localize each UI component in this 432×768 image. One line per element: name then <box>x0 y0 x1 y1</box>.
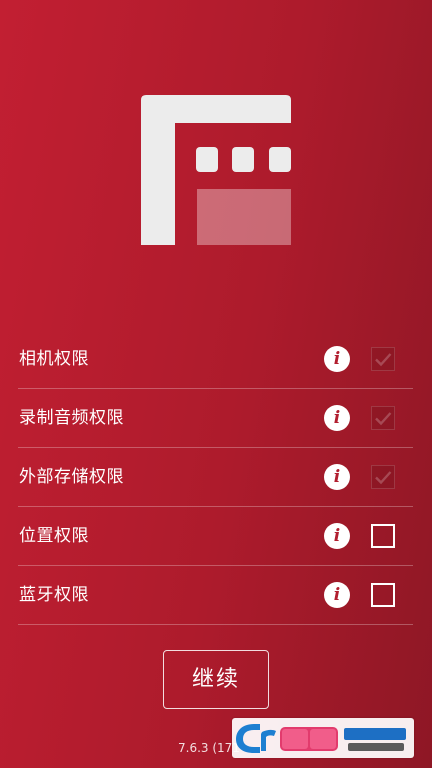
info-icon[interactable]: i <box>324 346 350 372</box>
permission-checkbox-bluetooth[interactable] <box>371 583 395 607</box>
permission-checkbox-audio[interactable] <box>371 406 395 430</box>
permission-row-camera: 相机权限 i <box>18 330 413 389</box>
checkmark-icon <box>375 471 392 485</box>
permission-label: 外部存储权限 <box>19 467 124 487</box>
info-icon[interactable]: i <box>324 582 350 608</box>
permission-checkbox-location[interactable] <box>371 524 395 548</box>
app-logo <box>141 95 291 245</box>
permission-label: 位置权限 <box>19 526 89 546</box>
info-icon[interactable]: i <box>324 523 350 549</box>
permission-label: 相机权限 <box>19 349 89 369</box>
permission-row-bluetooth: 蓝牙权限 i <box>18 566 413 625</box>
permission-label: 录制音频权限 <box>19 408 124 428</box>
permission-checkbox-camera[interactable] <box>371 347 395 371</box>
permission-label: 蓝牙权限 <box>19 585 89 605</box>
continue-button[interactable]: 继续 <box>163 650 269 709</box>
clapperboard-logo-icon <box>141 95 291 245</box>
checkmark-icon <box>375 412 392 426</box>
info-icon[interactable]: i <box>324 405 350 431</box>
permission-checkbox-storage[interactable] <box>371 465 395 489</box>
info-icon[interactable]: i <box>324 464 350 490</box>
version-label: 7.6.3 (171 <box>178 741 240 755</box>
watermark-logo <box>232 718 414 758</box>
site-watermark-icon <box>236 724 406 753</box>
permission-row-audio: 录制音频权限 i <box>18 389 413 448</box>
permission-row-location: 位置权限 i <box>18 507 413 566</box>
permission-list: 相机权限 i 录制音频权限 i 外部存储权限 i 位置权限 i 蓝牙权限 i <box>18 330 413 625</box>
checkmark-icon <box>375 353 392 367</box>
permission-row-storage: 外部存储权限 i <box>18 448 413 507</box>
